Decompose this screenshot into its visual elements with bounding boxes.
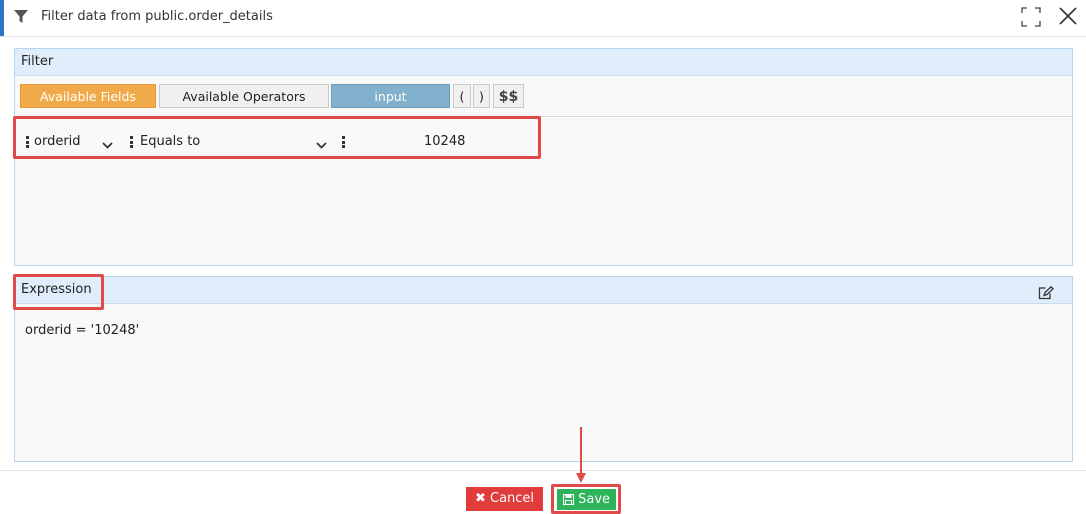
input-button[interactable]: input	[331, 84, 450, 108]
dialog-titlebar: Filter data from public.order_details	[0, 0, 1086, 37]
close-icon[interactable]	[1058, 6, 1078, 26]
times-icon: ✖	[474, 491, 486, 506]
cancel-button[interactable]: ✖ Cancel	[466, 487, 543, 511]
save-label: Save	[578, 492, 611, 507]
available-operators-button[interactable]: Available Operators	[159, 84, 329, 108]
expression-panel: Expression orderid = '10248'	[14, 276, 1073, 462]
floppy-disk-icon	[562, 491, 575, 512]
maximize-icon[interactable]	[1021, 7, 1041, 27]
annotation-arrow	[575, 427, 587, 489]
expression-panel-header: Expression	[15, 277, 1072, 304]
save-button[interactable]: Save	[557, 489, 616, 510]
filter-panel-title: Filter	[15, 49, 1072, 76]
cancel-label: Cancel	[490, 491, 535, 506]
dialog-title: Filter data from public.order_details	[41, 9, 273, 24]
titlebar-accent	[0, 0, 4, 36]
footer-divider	[0, 470, 1086, 471]
available-fields-button[interactable]: Available Fields	[20, 84, 156, 108]
condition-highlight-box	[13, 116, 541, 159]
edit-icon[interactable]	[1038, 284, 1054, 310]
dollar-quote-button[interactable]: $$	[493, 84, 524, 108]
close-paren-button[interactable]: )	[473, 84, 490, 108]
expression-title-highlight-box	[13, 274, 104, 310]
open-paren-button[interactable]: (	[453, 84, 471, 108]
expression-text: orderid = '10248'	[25, 323, 140, 338]
filter-funnel-icon	[14, 10, 28, 28]
